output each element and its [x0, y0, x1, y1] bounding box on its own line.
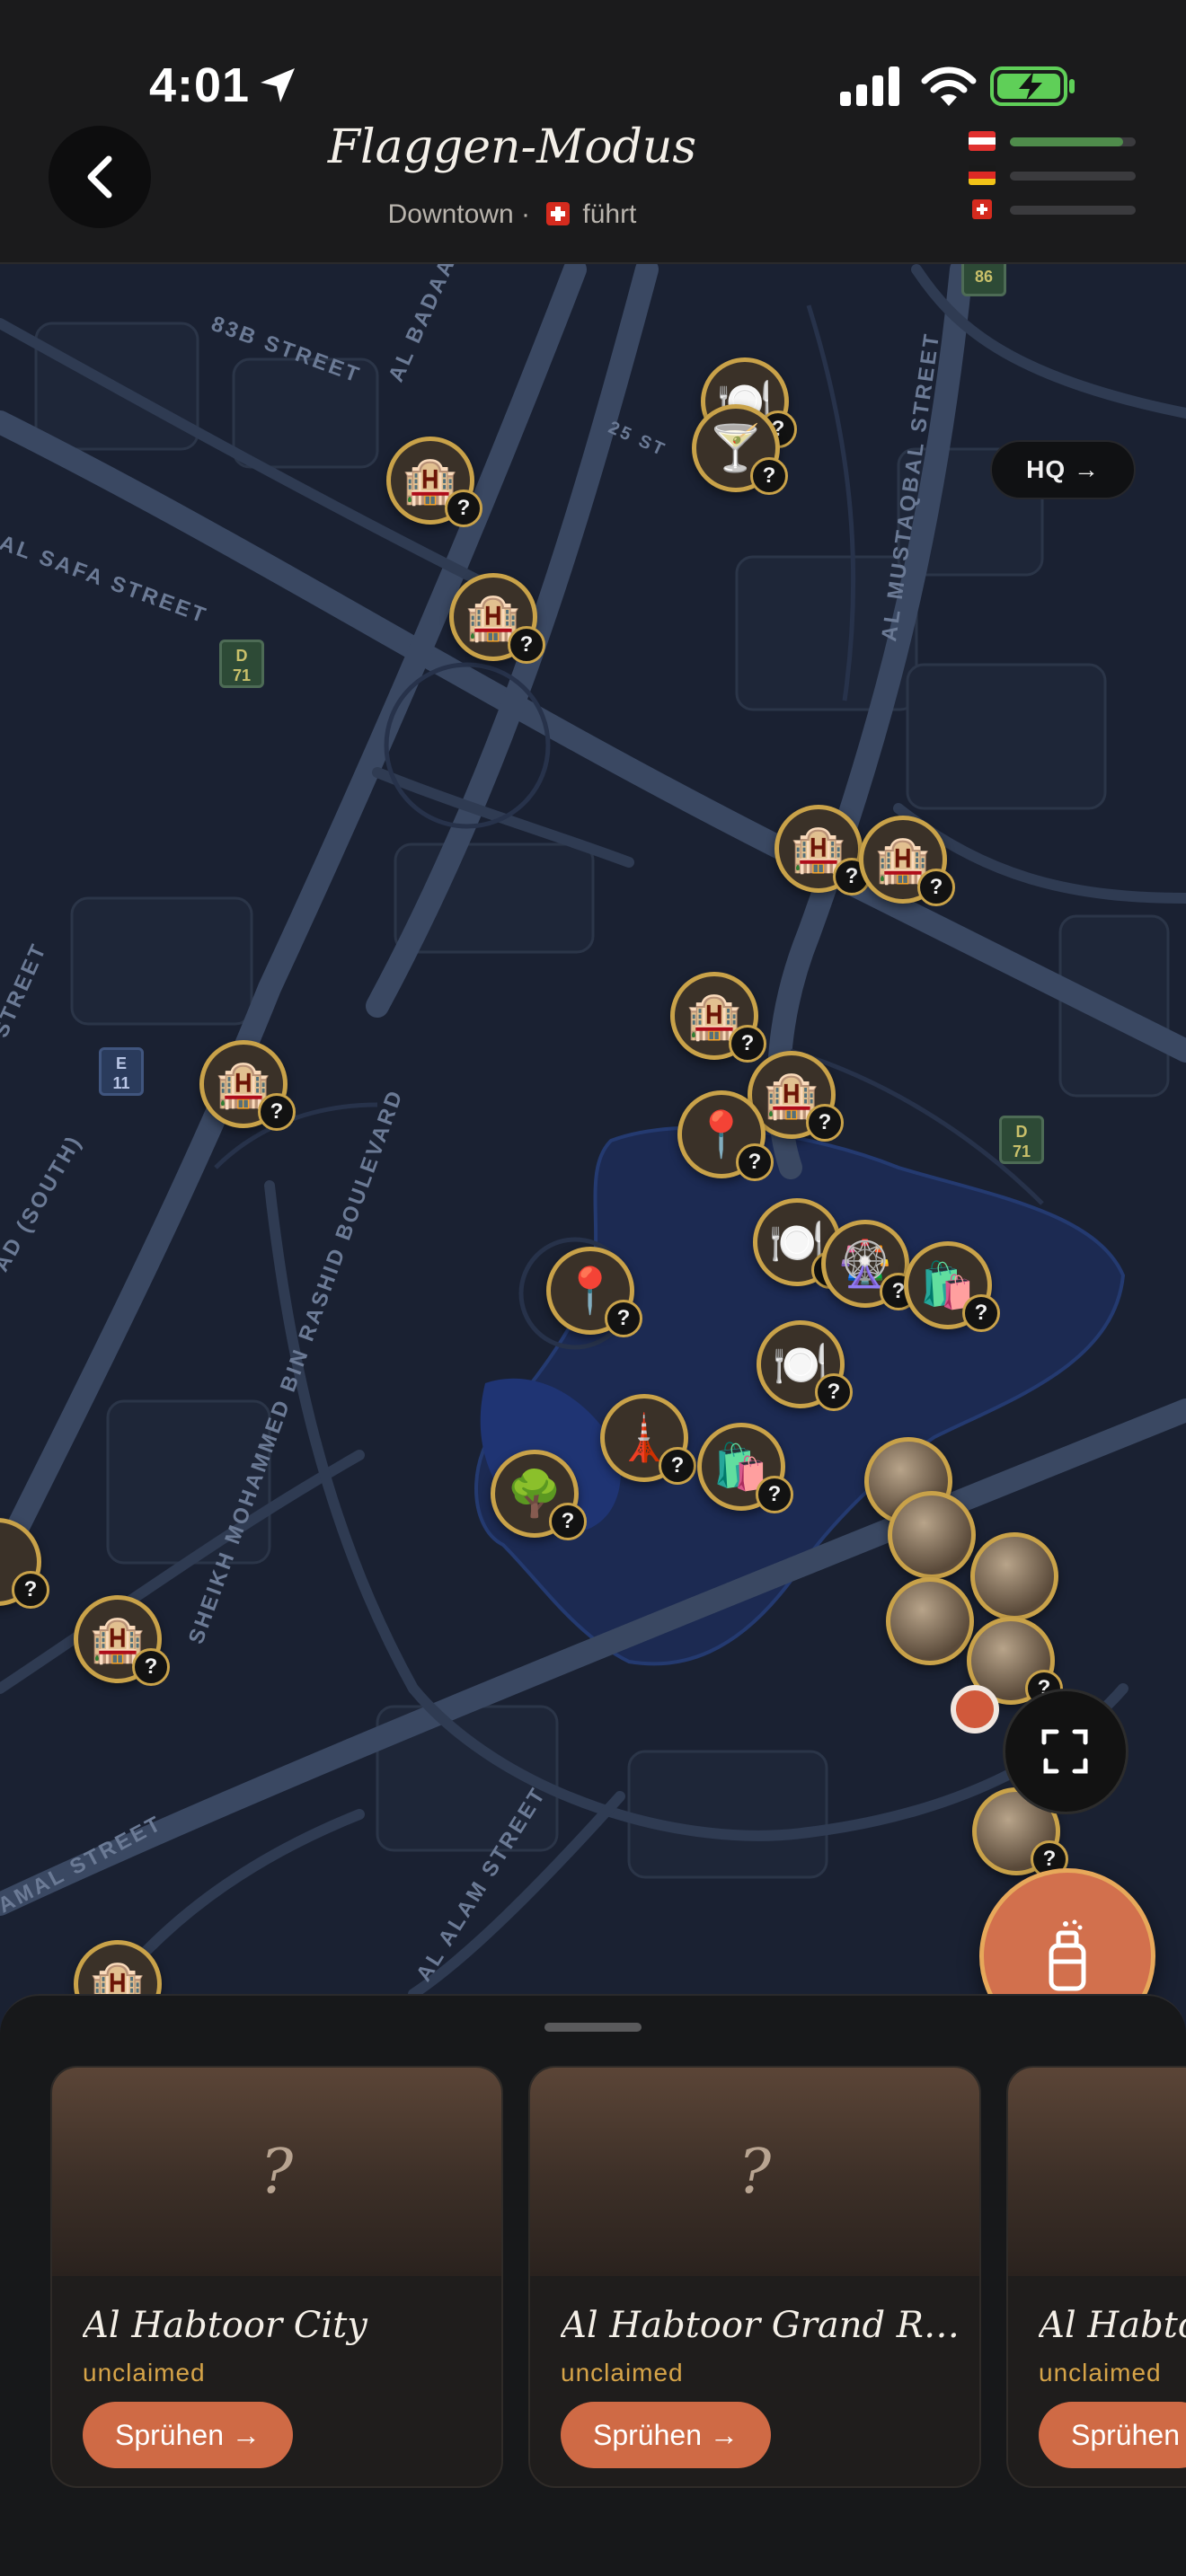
area-label: Downtown [387, 199, 514, 229]
place-card[interactable]: ? Al Habtoor Grand Resort,... unclaimed … [528, 2066, 981, 2488]
place-status: unclaimed [561, 2359, 684, 2386]
place-name: Al Habtoor [1039, 2305, 1186, 2346]
route-shield-d71: D 71 [999, 1116, 1044, 1164]
unknown-badge: ? [806, 1104, 844, 1142]
map-pin[interactable]: 🛍️? [904, 1241, 1000, 1332]
race-progress-bar [1010, 137, 1136, 146]
spray-button[interactable]: Sprühen → [561, 2402, 771, 2468]
back-button[interactable] [49, 126, 151, 228]
sheet-grabber[interactable] [544, 2023, 642, 2032]
cellular-signal-icon [840, 66, 899, 106]
place-card[interactable]: ? Al Habtoor City unclaimed Sprühen → [50, 2066, 503, 2488]
spray-button[interactable]: Sprühen [1039, 2402, 1186, 2468]
map-pin[interactable]: 🎡? [821, 1220, 917, 1310]
place-name: Al Habtoor City [83, 2305, 367, 2346]
places-sheet[interactable]: ? Al Habtoor City unclaimed Sprühen → ? … [0, 1994, 1186, 2576]
race-row-germany [969, 165, 1139, 192]
unknown-badge: ? [756, 1476, 793, 1513]
map-pin[interactable]: 📍? [546, 1247, 642, 1337]
unknown-badge: ? [605, 1300, 642, 1337]
page-title: Flaggen-Modus [327, 120, 697, 174]
place-image-placeholder: ? [530, 2068, 979, 2276]
map-pin[interactable]: 🏨? [74, 1595, 170, 1686]
map-pin[interactable]: 🏨? [199, 1040, 296, 1131]
top-bar: 4:01 Flaggen-Modus Downtown · führt [0, 0, 1186, 264]
place-status: unclaimed [1039, 2359, 1162, 2386]
current-location-dot [951, 1685, 999, 1734]
place-image-placeholder: ? [52, 2068, 501, 2276]
map-pin[interactable]: 🗼? [600, 1394, 696, 1485]
race-row-switzerland [969, 199, 1139, 226]
leader-subtitle: Downtown · führt [323, 199, 701, 230]
unknown-badge: ? [508, 626, 545, 664]
unknown-badge: ? [258, 1093, 296, 1131]
chevron-left-icon [87, 155, 112, 198]
unknown-badge: ? [750, 457, 788, 495]
map-pin[interactable]: 🏨? [774, 805, 871, 895]
unknown-badge: ? [917, 869, 955, 906]
swiss-flag-icon [546, 202, 571, 225]
map-pin[interactable]: 🏨? [449, 573, 545, 664]
switzerland-flag-icon [972, 199, 992, 219]
map-pin[interactable]: 🏨? [386, 437, 482, 527]
race-row-austria [969, 131, 1139, 158]
unknown-badge: ? [445, 490, 482, 527]
map-pin[interactable]: 🍽️? [757, 1320, 853, 1411]
scan-frame-icon [1041, 1729, 1088, 1774]
leader-text: führt [582, 199, 637, 229]
spray-button[interactable]: Sprühen → [83, 2402, 293, 2468]
place-name: Al Habtoor Grand Resort,... [561, 2305, 974, 2346]
wifi-icon [921, 66, 977, 106]
map-pin[interactable]: 🏨? [859, 816, 955, 906]
route-shield-d71: D 71 [219, 640, 264, 688]
place-image-placeholder: ? [1008, 2068, 1186, 2276]
map-pin[interactable]: 🌳? [491, 1450, 587, 1540]
map-pin[interactable]: 🛍️? [697, 1423, 793, 1513]
photo-pin[interactable] [888, 1491, 976, 1579]
place-status: unclaimed [83, 2359, 206, 2386]
route-shield-e11: E 11 [99, 1047, 144, 1096]
unknown-badge: ? [549, 1503, 587, 1540]
unknown-badge: ? [729, 1025, 766, 1063]
battery-charging-icon [990, 66, 1075, 106]
spray-can-icon [1049, 1919, 1086, 1991]
race-progress-bar [1010, 206, 1136, 215]
map-pin[interactable]: 📍? [677, 1090, 774, 1181]
unknown-badge: ? [815, 1373, 853, 1411]
race-progress-fill [1010, 137, 1123, 146]
unknown-badge: ? [962, 1294, 1000, 1332]
status-time: 4:01 [149, 58, 251, 112]
unknown-badge: ? [12, 1571, 49, 1609]
map-pin[interactable]: 🍸? [692, 404, 788, 495]
location-arrow-icon [261, 68, 295, 102]
hq-button[interactable]: HQ → [990, 440, 1136, 499]
race-progress-bar [1010, 172, 1136, 181]
germany-flag-icon [969, 165, 996, 185]
map-pin[interactable]: 🏨? [670, 972, 766, 1063]
unknown-badge: ? [659, 1447, 696, 1485]
separator: · [521, 199, 531, 229]
place-card[interactable]: ? Al Habtoor unclaimed Sprühen [1006, 2066, 1186, 2488]
scan-button[interactable] [1003, 1689, 1128, 1814]
photo-pin[interactable] [970, 1532, 1058, 1620]
unknown-badge: ? [736, 1143, 774, 1181]
austria-flag-icon [969, 131, 996, 151]
unknown-badge: ? [132, 1648, 170, 1686]
photo-pin[interactable] [886, 1577, 974, 1665]
